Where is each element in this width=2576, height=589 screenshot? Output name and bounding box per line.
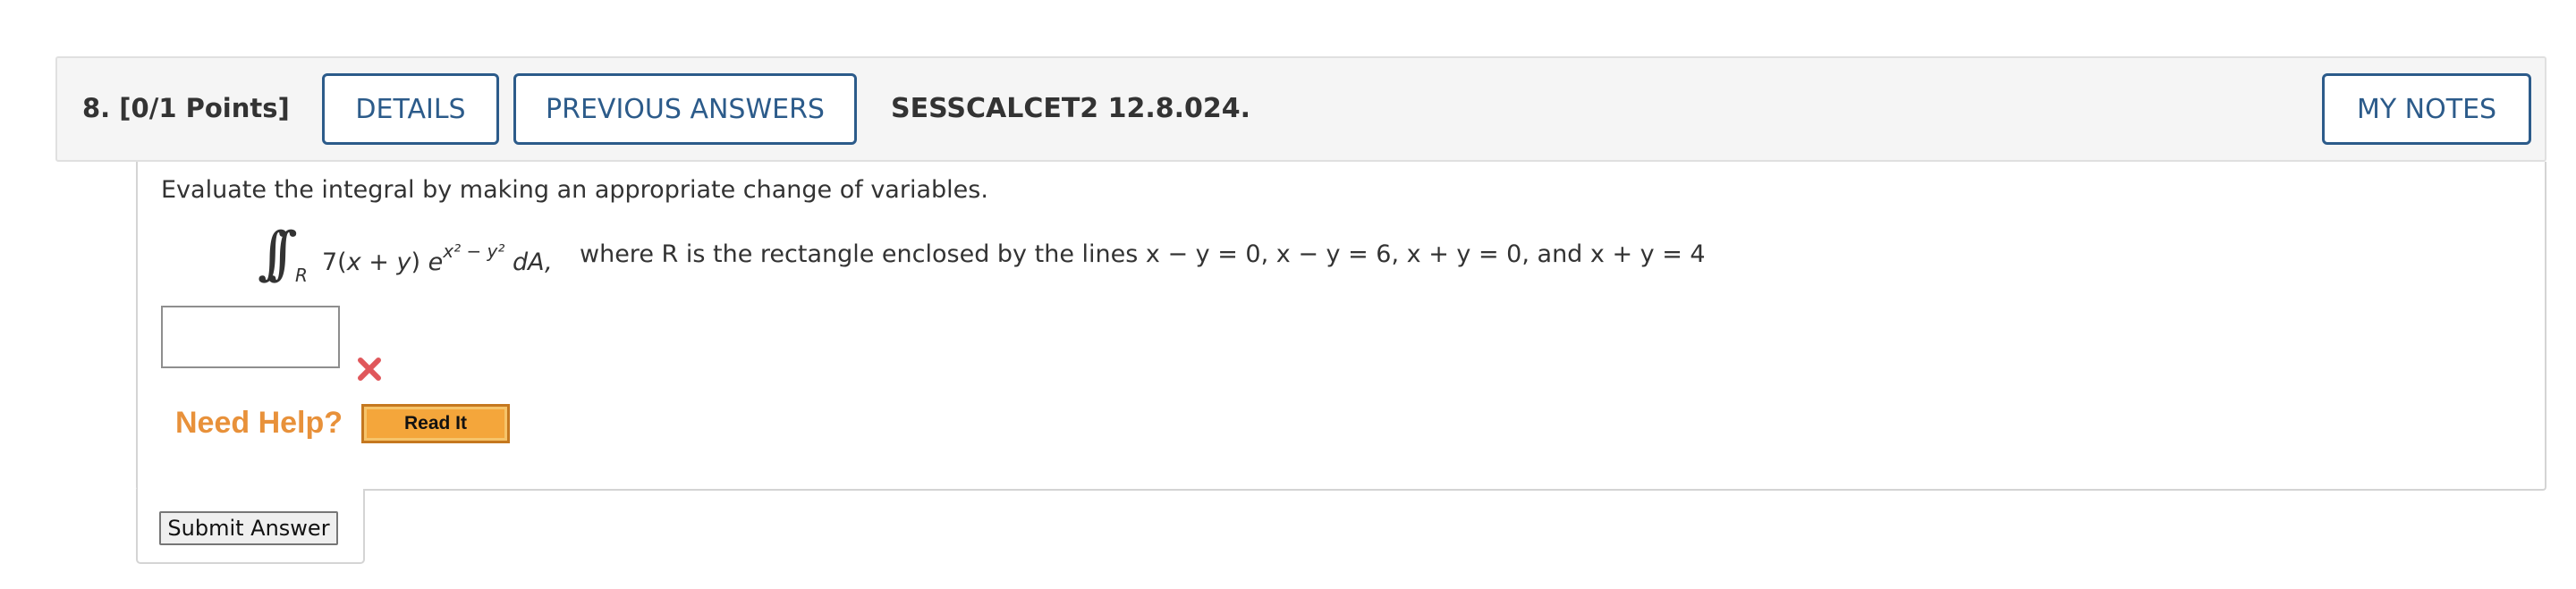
integrand-exponent: x² − y² [443,240,505,262]
question-prompt: Evaluate the integral by making an appro… [161,176,988,204]
integrand: 7(x + y) ex² − y² dA, [322,240,553,276]
question-points-label: 8. [0/1 Points] [82,93,290,123]
integrand-y: y [396,248,411,276]
x-mark-icon [358,358,381,381]
double-integral-symbol: ∫∫ [258,221,297,287]
my-notes-button[interactable]: MY NOTES [2322,73,2531,145]
question-code: SESSCALCET2 12.8.024. [891,93,1251,124]
integral-formula: ∫∫ R 7(x + y) ex² − y² dA, where R is th… [258,221,2046,295]
previous-answers-button[interactable]: PREVIOUS ANSWERS [513,73,857,145]
integral-region-subscript: R [295,265,308,286]
answer-input[interactable] [161,306,340,368]
details-button[interactable]: DETAILS [322,73,499,145]
read-it-button[interactable]: Read It [361,404,510,443]
integrand-coef: 7( [322,248,347,276]
region-description: where R is the rectangle enclosed by the… [580,240,1706,268]
integrand-close: ) [411,248,428,276]
submit-answer-button[interactable]: Submit Answer [159,511,338,545]
integrand-x: x [346,248,361,276]
integrand-da: dA, [504,248,553,276]
need-help-label: Need Help? [175,406,343,440]
panel-join [138,488,363,492]
integrand-plus: + [360,248,397,276]
integrand-e: e [428,248,444,276]
